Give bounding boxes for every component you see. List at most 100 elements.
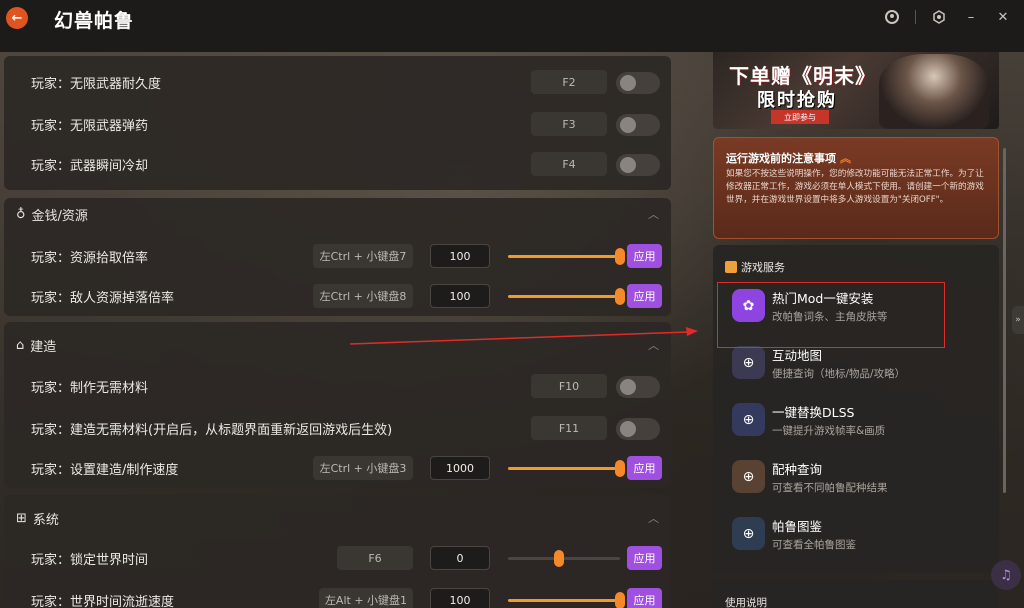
hotkey-button[interactable]: F6 [337,546,413,570]
service-paldeck[interactable]: ⊕ 帕鲁图鉴 可查看全帕鲁图鉴 [730,511,990,561]
hotkey-button[interactable]: F11 [531,416,607,440]
value-input[interactable]: 1000 [430,456,490,480]
settings-icon[interactable] [930,8,948,26]
section-title: 系统 [32,512,59,528]
download-icon: ⊕ [732,517,765,550]
apply-button[interactable]: 应用 [627,244,662,268]
service-subtitle: 便捷查询（地标/物品/攻略） [772,368,906,380]
notice-body: 如果您不按这些说明操作，您的修改功能可能无法正常工作。为了让修改器正常工作，游戏… [726,169,984,205]
hotkey-button[interactable]: 左Ctrl + 小键盘3 [313,456,413,480]
chevron-up-icon[interactable]: ︿ [648,510,659,526]
grid-icon: ⊞ [16,510,27,526]
service-title: 帕鲁图鉴 [772,519,823,534]
section-header[interactable]: ⌂ 建造 [16,335,56,355]
service-subtitle: 可查看不同帕鲁配种结果 [772,482,888,494]
annotation-highlight-box [717,282,945,348]
toggle-switch[interactable] [616,154,660,176]
row-label: 玩家：制作无需材料 [31,381,149,396]
cheat-row: 玩家：资源拾取倍率 左Ctrl + 小键盘7 100 应用 [4,240,671,272]
service-dlss[interactable]: ⊕ 一键替换DLSS 一键提升游戏帧率&画质 [730,397,990,447]
section-header[interactable]: ⊞ 系统 [16,508,59,528]
service-title: 一键替换DLSS [772,405,855,420]
row-label: 玩家：无限武器耐久度 [31,77,162,92]
expand-sidebar-tab[interactable]: » [1012,306,1024,334]
cheat-row: 玩家：世界时间流逝速度 左Alt + 小键盘1 100 应用 [4,584,671,608]
row-label: 玩家：设置建造/制作速度 [31,463,179,478]
headset-icon: ♫ [1000,567,1012,583]
banner-subheadline: 限时抢购 [757,90,837,111]
cheat-row: 玩家：锁定世界时间 F6 0 应用 [4,542,671,574]
value-input[interactable]: 100 [430,284,490,308]
services-header: 游戏服务 [725,259,785,275]
notice-card: 运行游戏前的注意事项 ︽ 如果您不按这些说明操作，您的修改功能可能无法正常工作。为… [713,137,999,239]
section-title: 建造 [30,339,57,355]
value-input[interactable]: 0 [430,546,490,570]
apply-button[interactable]: 应用 [627,546,662,570]
back-button[interactable]: ← [6,7,28,29]
apply-button[interactable]: 应用 [627,456,662,480]
toggle-switch[interactable] [616,72,660,94]
banner-headline: 下单赠《明末》 [729,64,876,88]
download-icon: ⊕ [732,346,765,379]
usage-title: 使用说明 [725,597,767,608]
value-slider[interactable] [508,592,625,608]
user-icon[interactable] [883,8,901,26]
row-label: 玩家：世界时间流逝速度 [31,595,175,608]
usage-panel[interactable]: 使用说明 [713,580,999,608]
row-label: 玩家：资源拾取倍率 [31,251,149,266]
value-slider[interactable] [508,288,625,305]
hotkey-button[interactable]: F4 [531,152,607,176]
download-icon: ⊕ [732,403,765,436]
divider [915,10,916,24]
cheat-row: 玩家：制作无需材料 F10 [4,370,671,402]
row-label: 玩家：锁定世界时间 [31,553,149,568]
chevron-up-icon[interactable]: ︿ [648,337,659,353]
cheat-row: 玩家：设置建造/制作速度 左Ctrl + 小键盘3 1000 应用 [4,452,671,484]
chevron-up-icon[interactable]: ︽ [840,152,851,165]
value-slider[interactable] [508,550,620,567]
minimize-icon[interactable]: – [962,8,980,26]
scrollbar[interactable] [1003,148,1006,493]
window-controls: – ✕ [883,8,1012,26]
chevron-up-icon[interactable]: ︿ [648,206,659,222]
notice-title-text: 运行游戏前的注意事项 [726,152,836,165]
cheat-row: 玩家：无限武器弹药 F3 [4,108,671,140]
apply-button[interactable]: 应用 [627,588,662,608]
row-label: 玩家：建造无需材料(开启后，从标题界面重新返回游戏后生效) [31,423,393,438]
notice-title[interactable]: 运行游戏前的注意事项 ︽ [726,150,851,166]
hotkey-button[interactable]: 左Alt + 小键盘1 [319,588,413,608]
value-slider[interactable] [508,460,625,477]
services-title: 游戏服务 [741,261,785,274]
cheat-row: 玩家：敌人资源掉落倍率 左Ctrl + 小键盘8 100 应用 [4,280,671,312]
row-label: 玩家：武器瞬间冷却 [31,159,149,174]
toggle-switch[interactable] [616,376,660,398]
download-icon: ⊕ [732,460,765,493]
apply-button[interactable]: 应用 [627,284,662,308]
value-input[interactable]: 100 [430,588,490,608]
hotkey-button[interactable]: 左Ctrl + 小键盘7 [313,244,413,268]
cheat-row: 玩家：无限武器耐久度 F2 [4,66,671,98]
service-subtitle: 一键提升游戏帧率&画质 [772,425,886,437]
service-title: 配种查询 [772,462,823,477]
value-slider[interactable] [508,248,625,265]
service-subtitle: 可查看全帕鲁图鉴 [772,539,856,551]
toggle-switch[interactable] [616,418,660,440]
hotkey-button[interactable]: F2 [531,70,607,94]
support-headset-button[interactable]: ♫ [991,560,1021,590]
hotkey-button[interactable]: F3 [531,112,607,136]
promo-banner[interactable]: 下单赠《明末》 限时抢购 立即参与 [713,52,999,129]
chevron-right-icon: » [1015,315,1021,325]
title-bar: ← 幻兽帕鲁 – ✕ [0,0,1024,52]
money-panel: ♁ 金钱/资源 ︿ 玩家：资源拾取倍率 左Ctrl + 小键盘7 100 应用 … [4,198,671,316]
section-title: 金钱/资源 [31,208,88,224]
close-icon[interactable]: ✕ [994,8,1012,26]
banner-join-button[interactable]: 立即参与 [771,110,829,124]
toggle-switch[interactable] [616,114,660,136]
hotkey-button[interactable]: 左Ctrl + 小键盘8 [313,284,413,308]
service-breeding[interactable]: ⊕ 配种查询 可查看不同帕鲁配种结果 [730,454,990,504]
hotkey-button[interactable]: F10 [531,374,607,398]
system-panel: ⊞ 系统 ︿ 玩家：锁定世界时间 F6 0 应用 玩家：世界时间流逝速度 左Al… [4,495,671,608]
coin-icon: ♁ [16,206,26,222]
value-input[interactable]: 100 [430,244,490,268]
section-header[interactable]: ♁ 金钱/资源 [16,204,88,224]
